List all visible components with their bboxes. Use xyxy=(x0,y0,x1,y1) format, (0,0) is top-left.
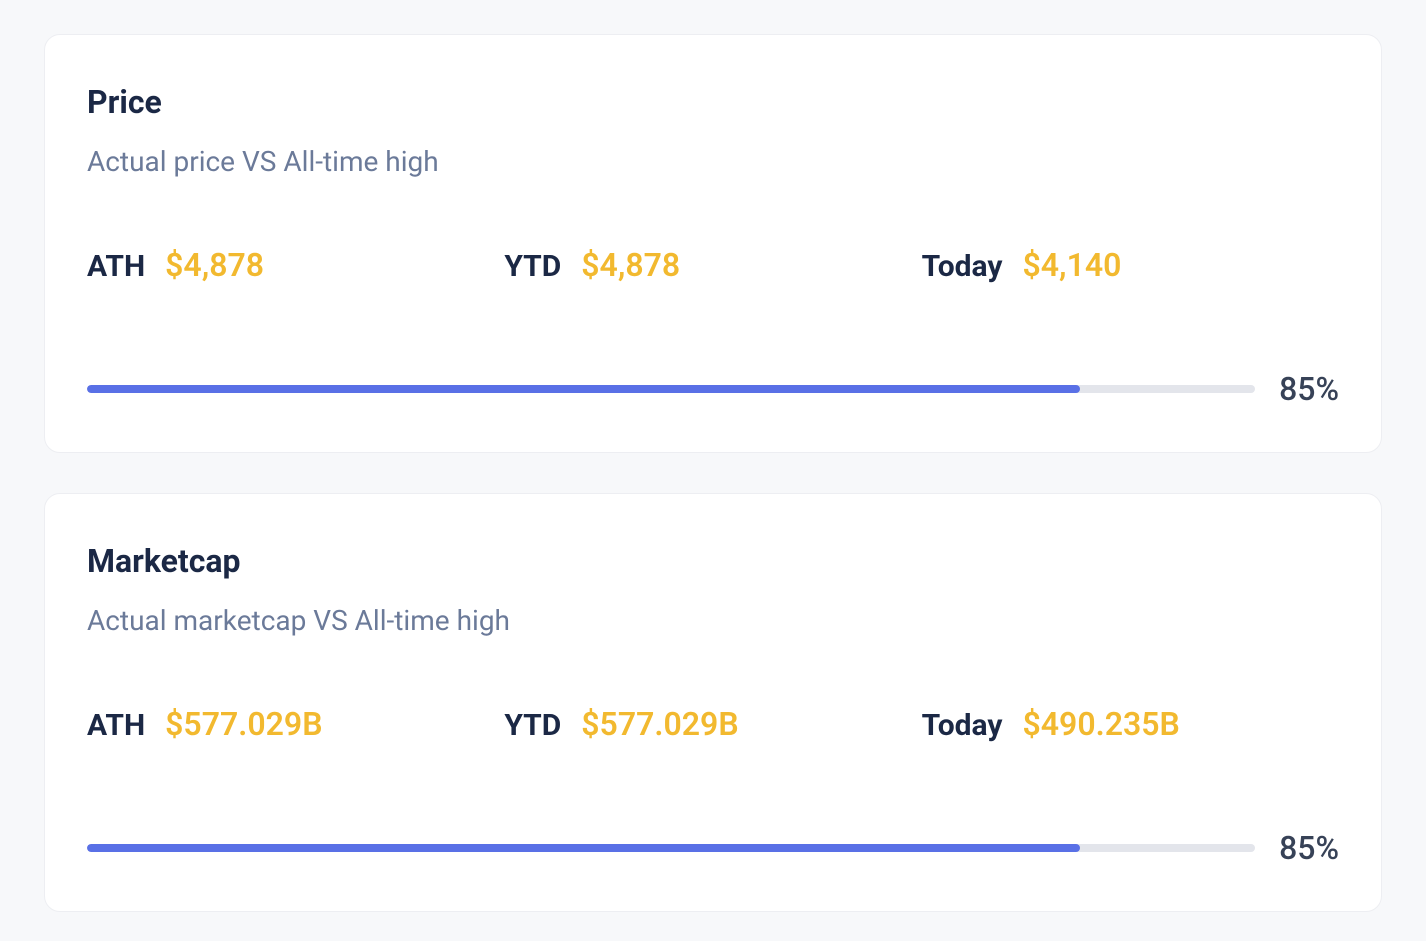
marketcap-stat-ath: ATH $577.029B xyxy=(87,705,504,743)
stat-label: YTD xyxy=(504,249,561,284)
progress-percent-label: 85% xyxy=(1279,829,1339,867)
marketcap-progress: 85% xyxy=(87,829,1339,867)
price-stat-today: Today $4,140 xyxy=(922,246,1339,284)
stat-value: $577.029B xyxy=(581,705,738,743)
marketcap-stats-row: ATH $577.029B YTD $577.029B Today $490.2… xyxy=(87,705,1339,743)
stat-label: Today xyxy=(922,708,1003,743)
price-stats-row: ATH $4,878 YTD $4,878 Today $4,140 xyxy=(87,246,1339,284)
stat-label: Today xyxy=(922,249,1003,284)
price-card: Price Actual price VS All-time high ATH … xyxy=(44,34,1382,453)
price-stat-ath: ATH $4,878 xyxy=(87,246,504,284)
progress-bar-fill xyxy=(87,385,1080,393)
price-card-subtitle: Actual price VS All-time high xyxy=(87,145,1339,178)
price-progress: 85% xyxy=(87,370,1339,408)
stat-value: $577.029B xyxy=(165,705,322,743)
stat-label: ATH xyxy=(87,708,145,743)
marketcap-card-subtitle: Actual marketcap VS All-time high xyxy=(87,604,1339,637)
stat-value: $490.235B xyxy=(1022,705,1179,743)
stat-value: $4,140 xyxy=(1022,246,1121,284)
stat-value: $4,878 xyxy=(581,246,680,284)
marketcap-stat-ytd: YTD $577.029B xyxy=(504,705,921,743)
progress-bar-fill xyxy=(87,844,1080,852)
marketcap-card-title: Marketcap xyxy=(87,542,1339,580)
marketcap-stat-today: Today $490.235B xyxy=(922,705,1339,743)
stat-value: $4,878 xyxy=(165,246,264,284)
progress-bar-track xyxy=(87,844,1255,852)
progress-bar-track xyxy=(87,385,1255,393)
stat-label: ATH xyxy=(87,249,145,284)
price-card-title: Price xyxy=(87,83,1339,121)
marketcap-card: Marketcap Actual marketcap VS All-time h… xyxy=(44,493,1382,912)
stat-label: YTD xyxy=(504,708,561,743)
price-stat-ytd: YTD $4,878 xyxy=(504,246,921,284)
progress-percent-label: 85% xyxy=(1279,370,1339,408)
